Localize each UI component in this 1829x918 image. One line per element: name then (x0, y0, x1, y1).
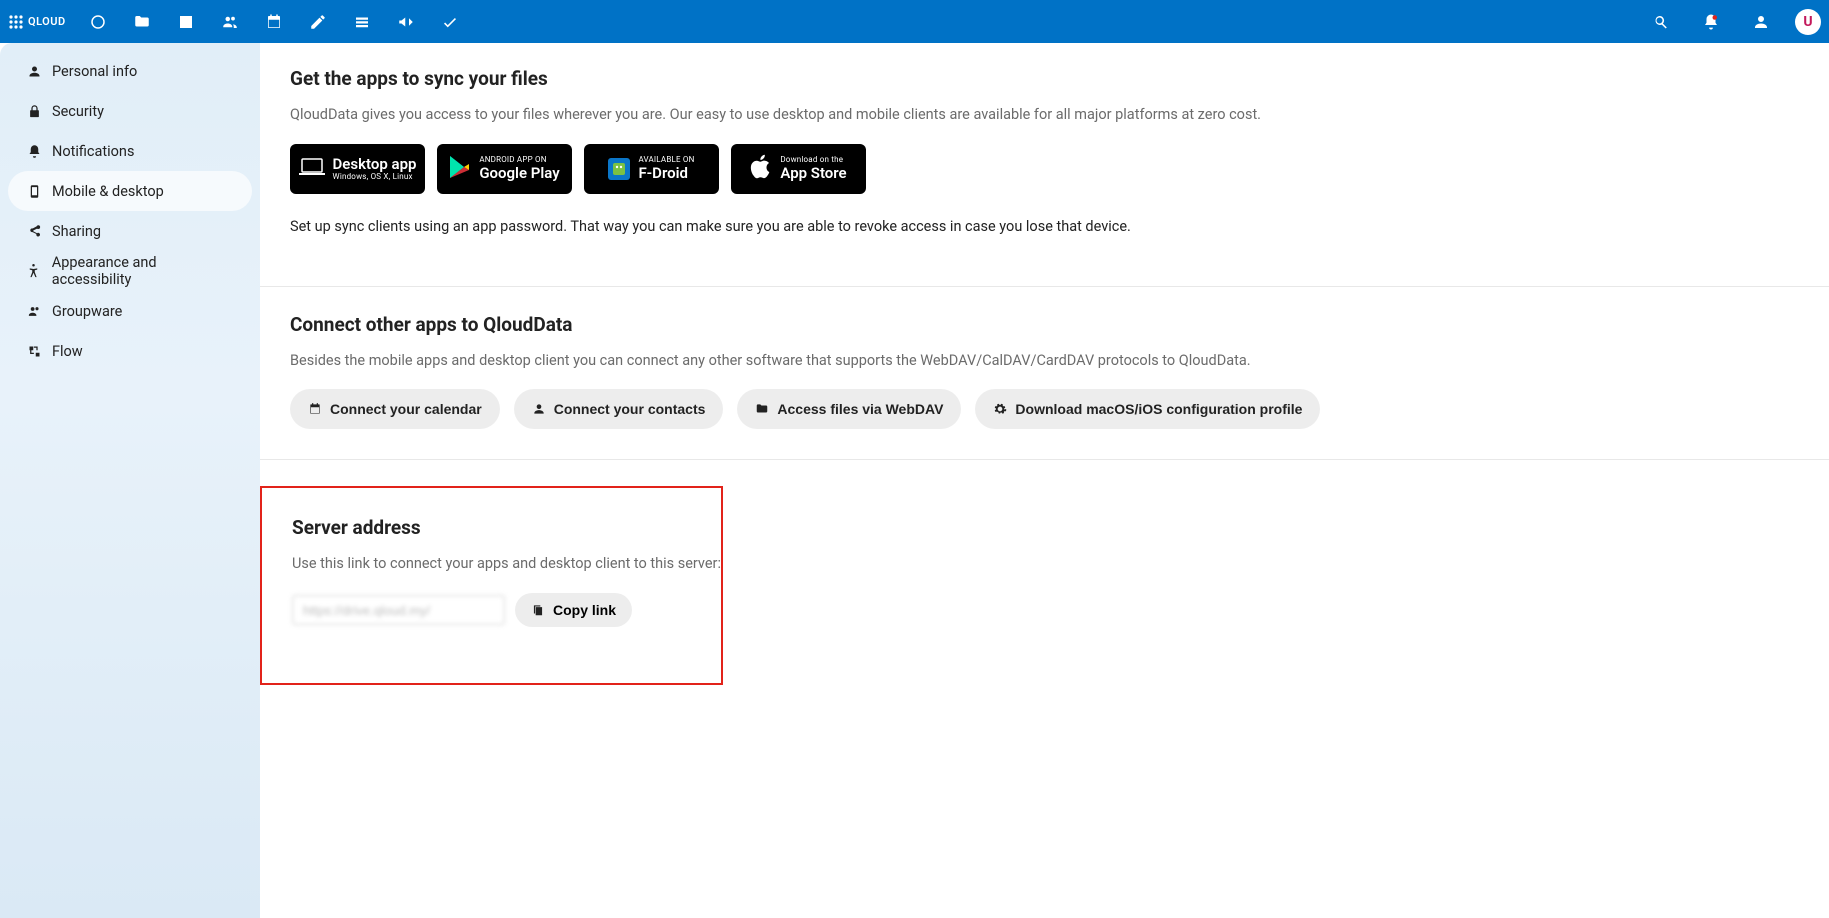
fdroid-badge[interactable]: AVAILABLE ON F-Droid (584, 144, 719, 194)
apple-icon (750, 154, 772, 184)
search-button[interactable] (1639, 0, 1683, 43)
gear-icon (993, 402, 1007, 416)
accessibility-icon (22, 264, 46, 279)
main-content: Get the apps to sync your files QloudDat… (260, 43, 1829, 918)
flow-icon (22, 344, 46, 359)
nav-files[interactable] (120, 0, 164, 43)
sidebar-item-label: Mobile & desktop (52, 183, 164, 200)
apps-section-desc: QloudData gives you access to your files… (290, 104, 1829, 126)
phone-icon (22, 184, 46, 199)
nav-announcements[interactable] (384, 0, 428, 43)
stack-icon (353, 13, 371, 31)
contacts-menu-button[interactable] (1739, 0, 1783, 43)
announce-icon (397, 13, 415, 31)
connect-section: Connect other apps to QloudData Besides … (260, 313, 1829, 460)
server-address-title: Server address (292, 516, 721, 539)
google-play-icon (449, 155, 471, 183)
sidebar-item-appearance[interactable]: Appearance and accessibility (8, 251, 252, 291)
app-store-badge[interactable]: Download on the App Store (731, 144, 866, 194)
apps-grid-icon (8, 14, 24, 30)
desktop-app-badge[interactable]: Desktop app Windows, OS X, Linux (290, 144, 425, 194)
connect-calendar-button[interactable]: Connect your calendar (290, 389, 500, 429)
brand-text: QLOUD (28, 15, 66, 28)
circle-icon (89, 13, 107, 31)
sidebar-item-label: Groupware (52, 303, 122, 320)
sidebar-item-sharing[interactable]: Sharing (8, 211, 252, 251)
sidebar-item-label: Security (52, 103, 104, 120)
sidebar-item-label: Notifications (52, 143, 134, 160)
calendar-icon (265, 13, 283, 31)
brand-logo[interactable]: QLOUD (8, 14, 66, 30)
bell-icon (22, 144, 46, 159)
nav-dashboard[interactable] (76, 0, 120, 43)
macos-config-button[interactable]: Download macOS/iOS configuration profile (975, 389, 1320, 429)
nav-notes[interactable] (296, 0, 340, 43)
nav-deck[interactable] (340, 0, 384, 43)
copy-icon (531, 603, 545, 617)
user-icon (1752, 13, 1770, 31)
sidebar-item-flow[interactable]: Flow (8, 331, 252, 371)
apps-section: Get the apps to sync your files QloudDat… (260, 67, 1829, 286)
avatar[interactable]: U (1795, 9, 1821, 35)
fdroid-icon (608, 158, 630, 180)
copy-link-button[interactable]: Copy link (515, 593, 632, 627)
sidebar-item-personal-info[interactable]: Personal info (8, 51, 252, 91)
sidebar-item-label: Appearance and accessibility (52, 254, 238, 288)
connect-section-desc: Besides the mobile apps and desktop clie… (290, 350, 1829, 372)
pencil-icon (309, 13, 327, 31)
lock-icon (22, 104, 46, 119)
laptop-icon (299, 157, 325, 181)
group-icon (22, 304, 46, 319)
sidebar-item-label: Flow (52, 343, 83, 360)
users-icon (532, 402, 546, 416)
topbar: QLOUD U (0, 0, 1829, 43)
check-icon (441, 13, 459, 31)
nav-calendar[interactable] (252, 0, 296, 43)
sidebar-item-label: Sharing (52, 223, 101, 240)
divider (260, 286, 1829, 287)
sidebar-item-groupware[interactable]: Groupware (8, 291, 252, 331)
notifications-button[interactable] (1689, 0, 1733, 43)
sidebar-item-security[interactable]: Security (8, 91, 252, 131)
server-address-section: Server address Use this link to connect … (260, 486, 723, 685)
share-icon (22, 224, 46, 239)
sidebar-item-label: Personal info (52, 63, 137, 80)
sidebar-item-notifications[interactable]: Notifications (8, 131, 252, 171)
calendar-icon (308, 402, 322, 416)
webdav-button[interactable]: Access files via WebDAV (737, 389, 961, 429)
search-icon (1652, 13, 1670, 31)
nav-tasks[interactable] (428, 0, 472, 43)
divider (260, 459, 1829, 460)
user-icon (22, 64, 46, 79)
google-play-badge[interactable]: ANDROID APP ON Google Play (437, 144, 572, 194)
connect-section-title: Connect other apps to QloudData (290, 313, 1829, 336)
sidebar-item-mobile-desktop[interactable]: Mobile & desktop (8, 171, 252, 211)
image-icon (177, 13, 195, 31)
connect-contacts-button[interactable]: Connect your contacts (514, 389, 724, 429)
nav-contacts[interactable] (208, 0, 252, 43)
server-address-desc: Use this link to connect your apps and d… (292, 553, 721, 575)
folder-icon (755, 402, 769, 416)
apps-section-note: Set up sync clients using an app passwor… (290, 216, 1829, 238)
server-url-input[interactable] (292, 595, 505, 625)
folder-icon (133, 13, 151, 31)
users-icon (221, 13, 239, 31)
sidebar: Personal info Security Notifications Mob… (0, 43, 260, 918)
nav-photos[interactable] (164, 0, 208, 43)
bell-icon (1702, 13, 1720, 31)
apps-section-title: Get the apps to sync your files (290, 67, 1829, 90)
